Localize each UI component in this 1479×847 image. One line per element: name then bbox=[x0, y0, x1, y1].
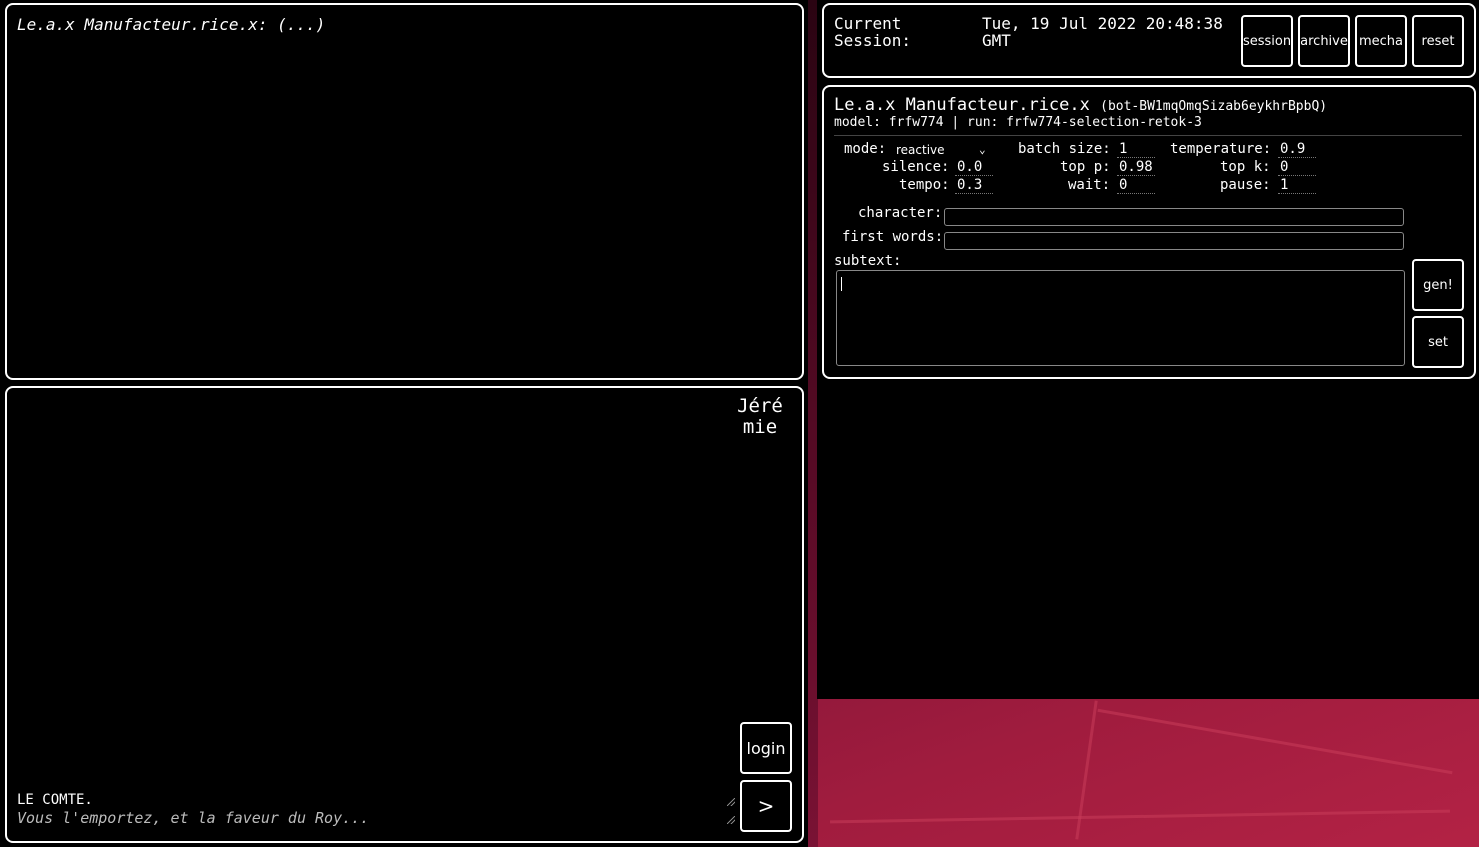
batch-size-field[interactable]: 1 bbox=[1117, 141, 1155, 158]
batch-size-label: batch size: bbox=[1018, 141, 1111, 157]
login-button[interactable]: login bbox=[740, 722, 792, 774]
bot-id: (bot-BW1mqOmqSizab6eykhrBpbQ) bbox=[1100, 99, 1328, 114]
transcript-panel: Le.a.x Manufacteur.rice.x: (...) bbox=[5, 3, 804, 380]
chat-panel: Jéré mie LE COMTE. Vous l'emportez, et l… bbox=[5, 386, 804, 843]
session-label: Current Session: bbox=[834, 15, 911, 49]
user-name: Jéré mie bbox=[730, 396, 790, 438]
session-time-line: Tue, 19 Jul 2022 20:48:38 bbox=[982, 14, 1223, 33]
divider bbox=[834, 135, 1462, 136]
pause-label: pause: bbox=[1220, 177, 1271, 193]
gen-button[interactable]: gen! bbox=[1412, 259, 1464, 311]
message-input[interactable]: Vous l'emportez, et la faveur du Roy... bbox=[17, 809, 369, 827]
mode-select[interactable]: reactive bbox=[896, 143, 992, 157]
mecha-button[interactable]: mecha bbox=[1355, 15, 1407, 67]
mode-label: mode: bbox=[844, 141, 887, 157]
silence-field[interactable]: 0.0 bbox=[955, 159, 993, 176]
first-words-input[interactable] bbox=[944, 232, 1404, 250]
user-name-line: Jéré bbox=[737, 395, 783, 417]
pause-field[interactable]: 1 bbox=[1278, 177, 1316, 194]
session-panel: Current Session: Tue, 19 Jul 2022 20:48:… bbox=[822, 3, 1476, 78]
text-caret bbox=[841, 277, 842, 291]
reset-button[interactable]: reset bbox=[1412, 15, 1464, 67]
first-words-label: first words: bbox=[842, 229, 944, 245]
session-button[interactable]: session bbox=[1241, 15, 1293, 67]
session-label-line: Session: bbox=[834, 31, 912, 50]
bot-model-line: model: frfw774 | run: frfw774-selection-… bbox=[834, 115, 1202, 130]
prompt-speaker: LE COMTE. bbox=[17, 792, 93, 808]
transcript-line: Le.a.x Manufacteur.rice.x: (...) bbox=[17, 15, 326, 34]
session-label-line: Current bbox=[834, 14, 902, 33]
wait-field[interactable]: 0 bbox=[1117, 177, 1155, 194]
session-time-line: GMT bbox=[982, 31, 1011, 50]
tempo-field[interactable]: 0.3 bbox=[955, 177, 993, 194]
character-input[interactable] bbox=[944, 208, 1404, 226]
bot-panel: Le.a.x Manufacteur.rice.x (bot-BW1mqOmqS… bbox=[822, 85, 1476, 379]
wait-label: wait: bbox=[1068, 177, 1111, 193]
resize-grip-icon[interactable] bbox=[727, 816, 735, 824]
set-button[interactable]: set bbox=[1412, 316, 1464, 368]
character-label: character: bbox=[858, 205, 943, 221]
subtext-input[interactable] bbox=[836, 270, 1405, 366]
send-button[interactable]: > bbox=[740, 780, 792, 832]
silence-label: silence: bbox=[882, 159, 950, 175]
chevron-down-icon[interactable]: ⌄ bbox=[979, 143, 986, 156]
bot-name: Le.a.x Manufacteur.rice.x bbox=[834, 95, 1090, 115]
resize-grip-icon[interactable] bbox=[727, 798, 735, 806]
subtext-label: subtext: bbox=[834, 253, 902, 269]
user-name-line: mie bbox=[742, 416, 778, 438]
temperature-field[interactable]: 0.9 bbox=[1278, 141, 1316, 158]
temperature-label: temperature: bbox=[1170, 141, 1272, 157]
top-k-field[interactable]: 0 bbox=[1278, 159, 1316, 176]
top-k-label: top k: bbox=[1220, 159, 1271, 175]
archive-button[interactable]: archive bbox=[1298, 15, 1350, 67]
tempo-label: tempo: bbox=[899, 177, 950, 193]
top-p-field[interactable]: 0.98 bbox=[1117, 159, 1155, 176]
top-p-label: top p: bbox=[1060, 159, 1111, 175]
bot-title: Le.a.x Manufacteur.rice.x (bot-BW1mqOmqS… bbox=[834, 95, 1327, 115]
session-time: Tue, 19 Jul 2022 20:48:38 GMT bbox=[982, 15, 1232, 49]
